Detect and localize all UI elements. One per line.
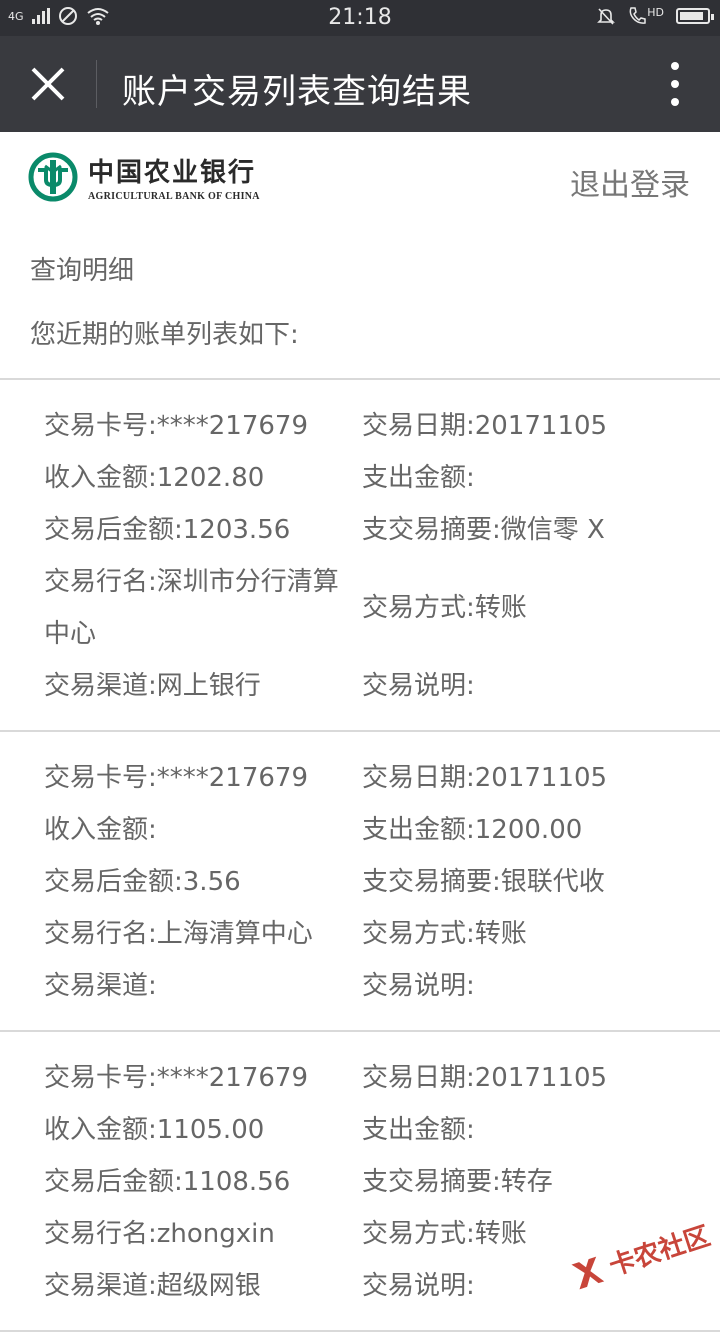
transaction-channel: 交易渠道:超级网银 xyxy=(44,1271,261,1301)
expense-amount: 支出金额: xyxy=(362,463,475,493)
income-amount: 收入金额:1202.80 xyxy=(44,463,265,493)
transaction-method: 交易方式:转账 xyxy=(362,593,527,623)
transaction-date: 交易日期:20171105 xyxy=(362,411,608,441)
bank-name-en: AGRICULTURAL BANK OF CHINA xyxy=(88,191,260,202)
page-title: 账户交易列表查询结果 xyxy=(122,72,472,112)
transaction-summary: 支交易摘要:微信零 X xyxy=(362,515,605,545)
income-amount: 收入金额: xyxy=(44,815,157,845)
card-number: 交易卡号:****217679 xyxy=(44,1063,309,1093)
list-subtitle: 您近期的账单列表如下: xyxy=(30,320,299,350)
transaction-note: 交易说明: xyxy=(362,971,475,1001)
expense-amount: 支出金额: xyxy=(362,1115,475,1145)
close-button[interactable] xyxy=(28,64,68,104)
bank-branch-name: 交易行名:zhongxin xyxy=(44,1219,275,1249)
hd-label: HD xyxy=(647,6,664,19)
bank-header: 中国农业银行 AGRICULTURAL BANK OF CHINA 退出登录 xyxy=(0,132,720,232)
transaction-record: 交易卡号:****217679 交易日期:20171105 收入金额:1202.… xyxy=(0,380,720,732)
nav-divider xyxy=(96,60,97,108)
bank-logo: 中国农业银行 AGRICULTURAL BANK OF CHINA xyxy=(28,152,260,202)
transaction-note: 交易说明: xyxy=(362,1271,475,1301)
transaction-date: 交易日期:20171105 xyxy=(362,763,608,793)
battery-fill xyxy=(680,12,704,20)
expense-amount: 支出金额:1200.00 xyxy=(362,815,583,845)
balance-after: 交易后金额:1203.56 xyxy=(44,515,291,545)
transaction-note: 交易说明: xyxy=(362,671,475,701)
more-menu-button[interactable] xyxy=(670,62,680,106)
balance-after: 交易后金额:1108.56 xyxy=(44,1167,291,1197)
transaction-channel: 交易渠道:网上银行 xyxy=(44,671,261,701)
transaction-list: 交易卡号:****217679 交易日期:20171105 收入金额:1202.… xyxy=(0,378,720,1332)
transaction-record: 交易卡号:****217679 交易日期:20171105 收入金额: 支出金额… xyxy=(0,732,720,1032)
status-right: HD xyxy=(596,6,714,26)
card-number: 交易卡号:****217679 xyxy=(44,411,309,441)
bell-muted-icon xyxy=(597,8,616,25)
more-dot-icon xyxy=(671,62,679,70)
call-hd-indicator: HD xyxy=(628,6,664,26)
bank-branch-name: 交易行名:上海清算中心 xyxy=(44,919,313,949)
bank-name-cn: 中国农业银行 xyxy=(88,158,257,188)
bank-name: 中国农业银行 AGRICULTURAL BANK OF CHINA xyxy=(88,152,260,202)
transaction-date: 交易日期:20171105 xyxy=(362,1063,608,1093)
transaction-summary: 支交易摘要:转存 xyxy=(362,1167,553,1197)
income-amount: 收入金额:1105.00 xyxy=(44,1115,265,1145)
card-number: 交易卡号:****217679 xyxy=(44,763,309,793)
transaction-channel: 交易渠道: xyxy=(44,971,157,1001)
logout-link[interactable]: 退出登录 xyxy=(570,160,690,204)
balance-after: 交易后金额:3.56 xyxy=(44,867,241,897)
nav-bar: 账户交易列表查询结果 xyxy=(0,36,720,132)
abc-logo-icon xyxy=(28,152,78,202)
bank-branch-name: 交易行名:深圳市分行清算中心 xyxy=(44,567,339,649)
phone-icon xyxy=(629,7,646,24)
transaction-record: 交易卡号:****217679 交易日期:20171105 收入金额:1105.… xyxy=(0,1032,720,1332)
close-icon xyxy=(31,67,65,101)
status-bar: 4G 21:18 HD xyxy=(0,0,720,36)
transaction-summary: 支交易摘要:银联代收 xyxy=(362,867,605,897)
more-dot-icon xyxy=(671,98,679,106)
more-dot-icon xyxy=(671,80,679,88)
section-title: 查询明细 xyxy=(30,256,135,286)
transaction-method: 交易方式:转账 xyxy=(362,919,527,949)
battery-icon xyxy=(676,8,714,24)
